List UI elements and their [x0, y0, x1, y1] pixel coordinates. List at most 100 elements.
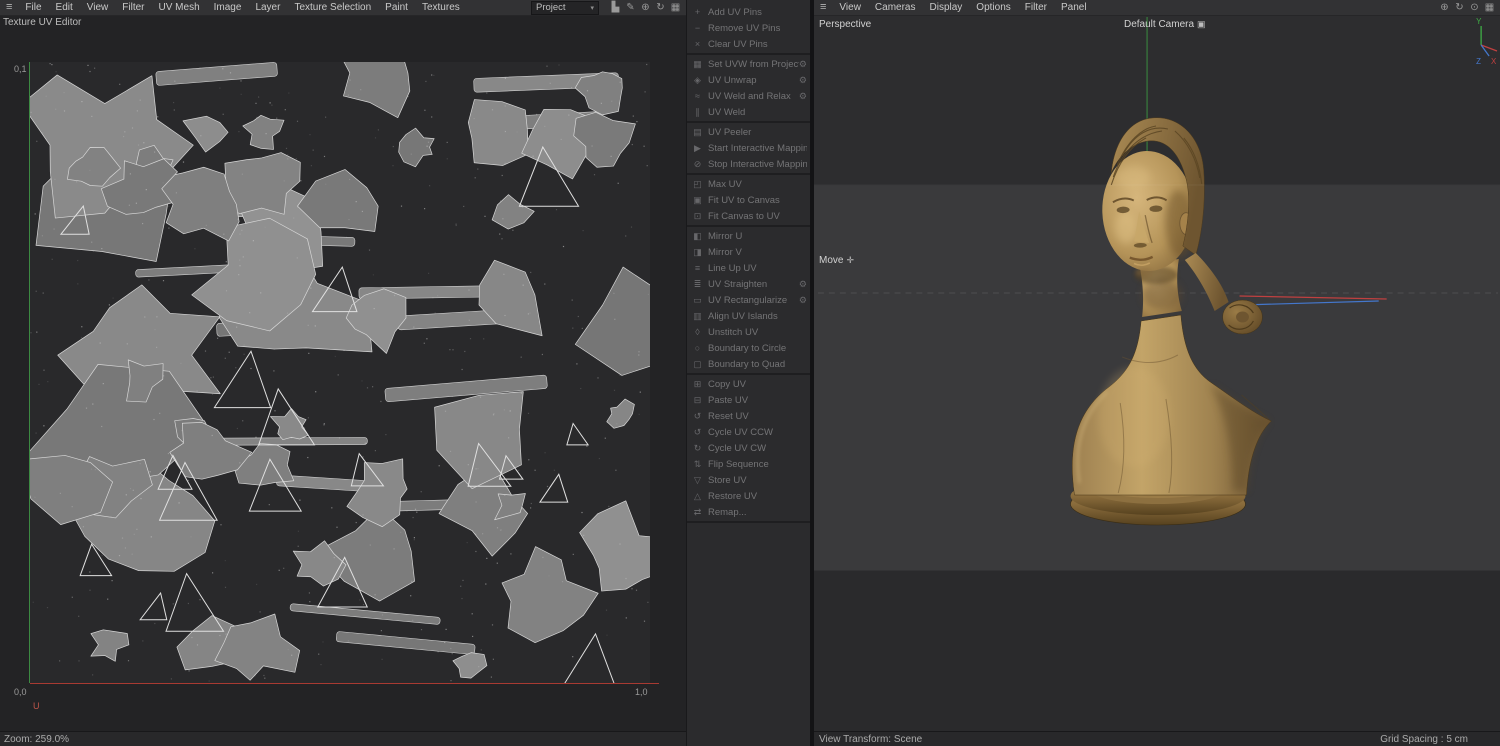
- pan-icon[interactable]: ⊕: [639, 0, 652, 15]
- projection-label[interactable]: Perspective: [819, 19, 871, 30]
- zoom-icon[interactable]: ⊙: [1468, 0, 1481, 15]
- command-mirror-v[interactable]: ◨Mirror V: [687, 244, 810, 260]
- command-unstitch-uv[interactable]: ◊Unstitch UV: [687, 324, 810, 340]
- command-flip-sequence[interactable]: ⇅Flip Sequence: [687, 456, 810, 472]
- command-label: UV Unwrap: [708, 75, 799, 86]
- command-uv-weld[interactable]: ∥UV Weld: [687, 104, 810, 120]
- paste-uv-icon: ⊟: [691, 395, 704, 406]
- menu-options[interactable]: Options: [969, 0, 1017, 15]
- chart-icon[interactable]: ▙: [609, 0, 622, 15]
- axis-gizmo[interactable]: Y X Z: [1476, 17, 1497, 66]
- left-menubar-icons: ▙✎⊕↻▦: [609, 0, 686, 15]
- uv-straighten-icon: ≣: [691, 279, 704, 290]
- menu-filter[interactable]: Filter: [1018, 0, 1054, 15]
- command-label: Cycle UV CW: [708, 443, 807, 454]
- command-remove-uv-pins[interactable]: −Remove UV Pins: [687, 20, 810, 36]
- uv-canvas[interactable]: [30, 62, 650, 683]
- gear-icon[interactable]: ⚙: [799, 279, 807, 290]
- orbit-icon[interactable]: ↻: [1453, 0, 1466, 15]
- menu-burger-icon[interactable]: ≡: [0, 0, 18, 15]
- start-interactive-mapping-icon: ▶: [691, 143, 704, 154]
- command-boundary-to-circle[interactable]: ○Boundary to Circle: [687, 340, 810, 356]
- viewport-3d[interactable]: Y X Z Perspective Default Camera ▣ Move …: [814, 15, 1500, 731]
- command-add-uv-pins[interactable]: +Add UV Pins: [687, 4, 810, 20]
- command-copy-uv[interactable]: ⊞Copy UV: [687, 376, 810, 392]
- menu-layer[interactable]: Layer: [248, 0, 287, 15]
- camera-label[interactable]: Default Camera ▣: [1124, 19, 1206, 30]
- command-reset-uv[interactable]: ↺Reset UV: [687, 408, 810, 424]
- pen-icon[interactable]: ✎: [624, 0, 637, 15]
- menu-view[interactable]: View: [80, 0, 116, 15]
- fit-canvas-to-uv-icon: ⊡: [691, 211, 704, 222]
- gear-icon[interactable]: ⚙: [799, 75, 807, 86]
- menu-burger-icon[interactable]: ≡: [814, 0, 832, 15]
- mirror-v-icon: ◨: [691, 247, 704, 258]
- pan-icon[interactable]: ⊕: [1438, 0, 1451, 15]
- viewport-pane: ≡ ViewCamerasDisplayOptionsFilterPanel ⊕…: [810, 0, 1500, 746]
- gear-icon[interactable]: ⚙: [799, 59, 807, 70]
- command-cycle-uv-ccw[interactable]: ↺Cycle UV CCW: [687, 424, 810, 440]
- menu-cameras[interactable]: Cameras: [868, 0, 923, 15]
- command-uv-straighten[interactable]: ≣ UV Straighten⚙: [687, 276, 810, 292]
- flip-sequence-icon: ⇅: [691, 459, 704, 470]
- gear-icon[interactable]: ⚙: [799, 91, 807, 102]
- menu-textures[interactable]: Textures: [415, 0, 467, 15]
- command-mirror-u[interactable]: ◧Mirror U: [687, 228, 810, 244]
- command-uv-unwrap[interactable]: ◈UV Unwrap⚙: [687, 72, 810, 88]
- right-menubar-items: ViewCamerasDisplayOptionsFilterPanel: [832, 0, 1093, 15]
- command-cycle-uv-cw[interactable]: ↻Cycle UV CW: [687, 440, 810, 456]
- menu-filter[interactable]: Filter: [115, 0, 151, 15]
- application-window: ≡ FileEditViewFilterUV MeshImageLayerTex…: [0, 0, 1500, 746]
- command-clear-uv-pins[interactable]: ×Clear UV Pins: [687, 36, 810, 52]
- menu-texture-selection[interactable]: Texture Selection: [287, 0, 378, 15]
- menu-image[interactable]: Image: [207, 0, 249, 15]
- rotate-icon[interactable]: ↻: [654, 0, 667, 15]
- uv-axis-v: [29, 62, 30, 683]
- command-paste-uv[interactable]: ⊟Paste UV: [687, 392, 810, 408]
- grid-icon[interactable]: ▦: [669, 0, 682, 15]
- command-fit-uv-to-canvas[interactable]: ▣Fit UV to Canvas: [687, 192, 810, 208]
- command-label: UV Straighten: [708, 279, 799, 290]
- uv-weld-and-relax-icon: ≈: [691, 91, 704, 101]
- command-uv-peeler[interactable]: ▤UV Peeler: [687, 124, 810, 140]
- right-menubar: ≡ ViewCamerasDisplayOptionsFilterPanel ⊕…: [814, 0, 1500, 16]
- command-store-uv[interactable]: ▽Store UV: [687, 472, 810, 488]
- command-label: UV Rectangularize: [708, 295, 799, 306]
- tool-label-text: Move: [819, 255, 843, 266]
- command-label: Align UV Islands: [708, 311, 807, 322]
- command-uv-rectangularize[interactable]: ▭UV Rectangularize⚙: [687, 292, 810, 308]
- project-dropdown[interactable]: Project ▾: [531, 1, 599, 15]
- fit-uv-to-canvas-icon: ▣: [691, 195, 704, 206]
- uv-weld-icon: ∥: [691, 107, 704, 118]
- command-line-up-uv[interactable]: ≡Line Up UV: [687, 260, 810, 276]
- copy-uv-icon: ⊞: [691, 379, 704, 390]
- menu-display[interactable]: Display: [923, 0, 970, 15]
- menu-file[interactable]: File: [18, 0, 48, 15]
- camera-label-text: Default Camera: [1124, 19, 1194, 30]
- command-fit-canvas-to-uv[interactable]: ⊡Fit Canvas to UV: [687, 208, 810, 224]
- command-remap[interactable]: ⇄Remap...: [687, 504, 810, 520]
- command-boundary-to-quad[interactable]: ▢Boundary to Quad: [687, 356, 810, 372]
- menu-uv-mesh[interactable]: UV Mesh: [152, 0, 207, 15]
- maximize-icon[interactable]: ▦: [1483, 0, 1496, 15]
- uv-axis-u: [30, 683, 659, 684]
- command-restore-uv[interactable]: △Restore UV: [687, 488, 810, 504]
- menu-panel[interactable]: Panel: [1054, 0, 1094, 15]
- align-uv-islands-icon: ▥: [691, 311, 704, 322]
- command-start-interactive-mapping[interactable]: ▶Start Interactive Mapping: [687, 140, 810, 156]
- max-uv-icon: ◰: [691, 179, 704, 190]
- boundary-to-circle-icon: ○: [691, 343, 704, 353]
- bust-torso: [1072, 315, 1271, 495]
- clear-uv-pins-icon: ×: [691, 39, 704, 49]
- menu-edit[interactable]: Edit: [49, 0, 80, 15]
- model-bust[interactable]: [1071, 118, 1272, 525]
- command-align-uv-islands[interactable]: ▥ Align UV Islands: [687, 308, 810, 324]
- command-uv-weld-and-relax[interactable]: ≈UV Weld and Relax⚙: [687, 88, 810, 104]
- gear-icon[interactable]: ⚙: [799, 295, 807, 306]
- command-max-uv[interactable]: ◰Max UV: [687, 176, 810, 192]
- command-group-2: ▦Set UVW from Projection⚙◈UV Unwrap⚙≈UV …: [687, 55, 810, 123]
- menu-view[interactable]: View: [832, 0, 868, 15]
- command-stop-interactive-mapping[interactable]: ⊘Stop Interactive Mapping: [687, 156, 810, 172]
- menu-paint[interactable]: Paint: [378, 0, 415, 15]
- command-set-uvw-from-projection[interactable]: ▦Set UVW from Projection⚙: [687, 56, 810, 72]
